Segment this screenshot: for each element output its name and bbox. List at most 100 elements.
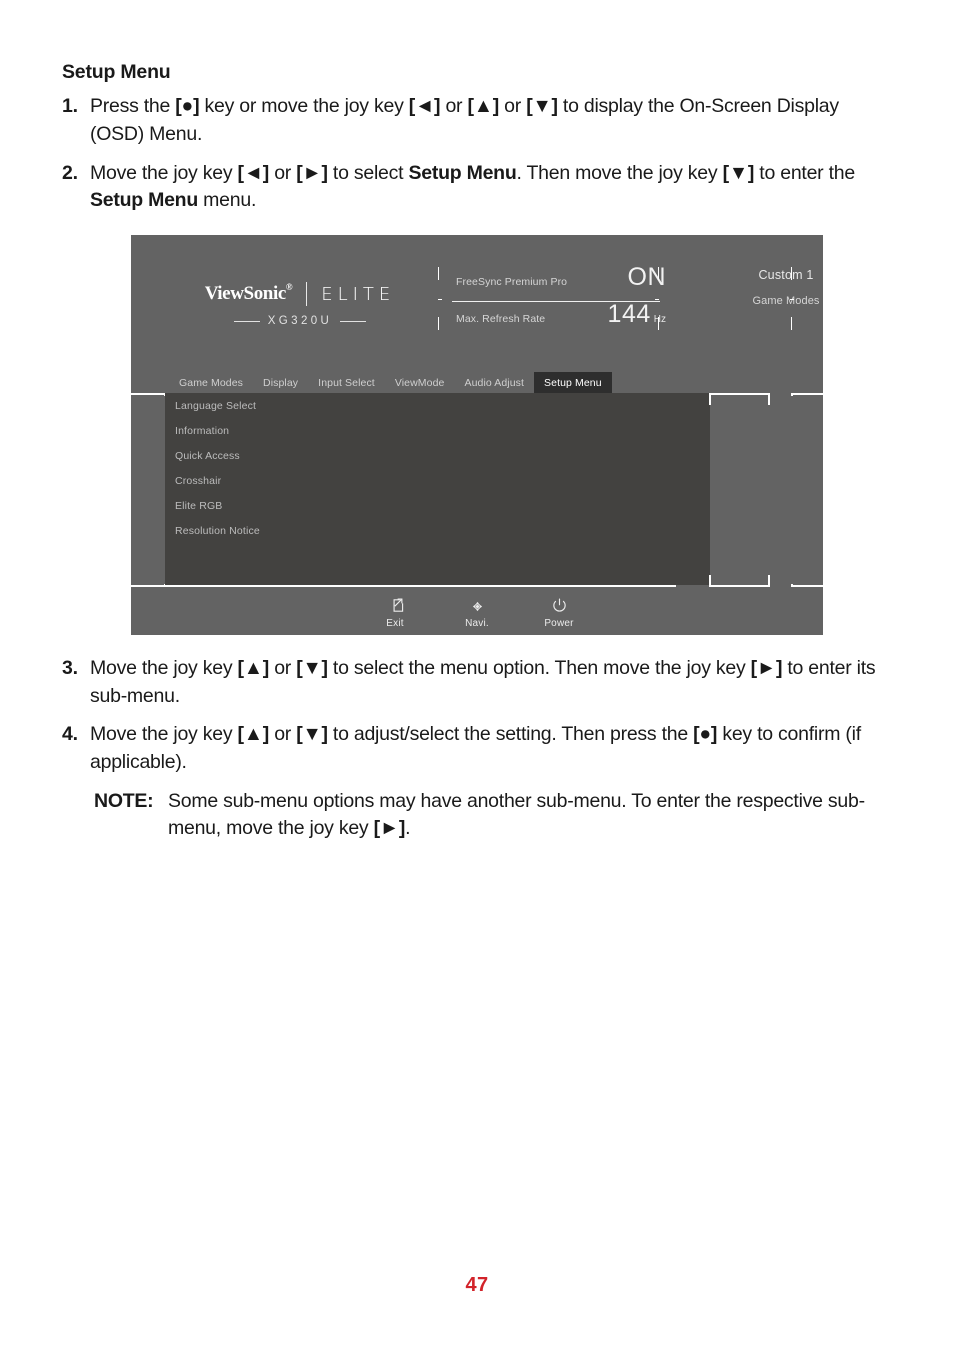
status-row-freesync: FreeSync Premium Pro ON — [438, 265, 666, 301]
status-block: FreeSync Premium Pro ON Max. Refresh Rat… — [438, 265, 666, 338]
osd-exit-button[interactable]: Exit — [367, 597, 423, 629]
text-run: Press the — [90, 95, 176, 118]
key-token: [●] — [175, 95, 200, 118]
registered-mark-icon: ® — [285, 281, 293, 292]
game-mode-value: Custom 1 — [758, 268, 814, 282]
key-token: [▲] — [237, 723, 270, 746]
submenu-item-information[interactable]: Information — [165, 418, 710, 443]
panel-top-rule-right — [710, 393, 770, 395]
key-token: [◄] — [237, 161, 270, 184]
model-label: XG320U — [267, 315, 333, 327]
step-text: Press the [●] key or move the joy key [◄… — [90, 93, 892, 148]
step-text: Move the joy key [▲] or [▼] to adjust/se… — [90, 721, 892, 776]
submenu-item-crosshair[interactable]: Crosshair — [165, 468, 710, 493]
tick-mark — [658, 267, 659, 280]
tick-mark — [658, 317, 659, 330]
osd-footer-bar[interactable]: Exit Navi. Power — [131, 591, 823, 635]
button-label: Power — [544, 618, 574, 629]
freesync-label: FreeSync Premium Pro — [456, 276, 568, 288]
osd-navi-button[interactable]: Navi. — [449, 597, 505, 629]
bracket-corner — [768, 575, 770, 587]
refresh-rate-value: 144 — [607, 300, 651, 328]
key-token: [►] — [296, 161, 328, 184]
panel-bottom-rule — [131, 585, 676, 587]
text-run: or — [499, 95, 527, 118]
instructions-top: Setup Menu 1. Press the [●] key or move t… — [62, 60, 892, 226]
osd-power-button[interactable]: Power — [531, 597, 587, 629]
osd-tab-game-modes[interactable]: Game Modes — [169, 372, 253, 393]
text-run: . — [405, 817, 411, 840]
step-number: 4. — [62, 723, 78, 746]
key-token: [▼] — [722, 161, 755, 184]
instructions-bottom: 3. Move the joy key [▲] or [▼] to select … — [62, 655, 892, 843]
bracket-corner — [768, 393, 770, 405]
step-item: 4. Move the joy key [▲] or [▼] to adjust/… — [62, 721, 892, 776]
key-token: [▼] — [296, 723, 328, 746]
panel-top-rule-far-right — [791, 393, 823, 395]
step-text: Move the joy key [▲] or [▼] to select th… — [90, 655, 892, 710]
model-name: XG320U — [165, 315, 435, 327]
text-run: or — [269, 161, 297, 184]
key-token: Setup Menu — [90, 189, 198, 212]
text-run: menu. — [198, 189, 257, 212]
elite-logo: ELITE — [321, 283, 396, 305]
note-text: Some sub-menu options may have another s… — [168, 788, 892, 843]
page-number: 47 — [465, 1274, 489, 1296]
step-text: Move the joy key [◄] or [►] to select Se… — [90, 160, 892, 215]
key-token: [▲] — [237, 657, 270, 679]
osd-screenshot: ViewSonic® ELITE XG320U FreeSync Premium… — [131, 235, 823, 635]
osd-tab-setup-menu[interactable]: Setup Menu — [534, 372, 612, 393]
osd-tab-input-select[interactable]: Input Select — [308, 372, 385, 393]
osd-tab-bar[interactable]: Game Modes Display Input Select ViewMode Aud… — [131, 372, 823, 393]
key-token: [▲] — [467, 95, 500, 118]
text-run: or — [440, 95, 468, 118]
submenu-item-elite-rgb[interactable]: Elite RGB — [165, 493, 710, 518]
status-row-refresh: Max. Refresh Rate 144 Hz — [438, 302, 666, 338]
key-token: [▼] — [526, 95, 558, 118]
viewsonic-logo: ViewSonic® — [204, 281, 293, 304]
document-page: Setup Menu 1. Press the [●] key or move t… — [0, 0, 954, 1350]
step-number: 1. — [62, 95, 78, 118]
brand-block: ViewSonic® ELITE XG320U — [165, 282, 435, 327]
panel-bottom-rule-right — [710, 585, 770, 587]
submenu-item-language-select[interactable]: Language Select — [165, 393, 710, 418]
tick-mark — [791, 267, 792, 280]
bracket-corner — [164, 584, 165, 587]
freesync-value: ON — [627, 263, 666, 291]
key-token: Setup Menu — [408, 161, 517, 184]
panel-bottom-rule-far-right — [791, 585, 823, 587]
tick-mark — [790, 299, 794, 300]
osd-tab-viewmode[interactable]: ViewMode — [385, 372, 455, 393]
bracket-corner — [709, 575, 711, 587]
text-run: to select the menu option. Then move the… — [327, 657, 751, 679]
tick-mark — [438, 267, 439, 280]
note-block: NOTE: Some sub-menu options may have ano… — [94, 788, 892, 843]
exit-icon — [367, 597, 423, 617]
step-list-bottom: 3. Move the joy key [▲] or [▼] to select … — [62, 655, 892, 777]
refresh-rate-label: Max. Refresh Rate — [456, 313, 546, 325]
text-run: or — [269, 723, 297, 746]
page-title: Setup Menu — [62, 61, 171, 83]
submenu-item-resolution-notice[interactable]: Resolution Notice — [165, 518, 710, 543]
osd-submenu-panel[interactable]: Language Select Information Quick Access Cr… — [165, 393, 710, 585]
text-run: key or move the joy key — [199, 95, 409, 118]
osd-tab-display[interactable]: Display — [253, 372, 308, 393]
step-number: 3. — [62, 657, 78, 679]
step-item: 3. Move the joy key [▲] or [▼] to select … — [62, 655, 892, 710]
text-run: Move the joy key — [90, 161, 238, 184]
power-icon — [531, 597, 587, 617]
note-label: NOTE: — [94, 789, 154, 812]
button-label: Navi. — [465, 618, 489, 629]
tick-mark — [655, 299, 659, 300]
refresh-rate-unit: Hz — [653, 314, 666, 325]
dash-left-icon — [233, 320, 260, 322]
step-item: 1. Press the [●] key or move the joy key … — [62, 93, 892, 148]
osd-tab-audio-adjust[interactable]: Audio Adjust — [454, 372, 534, 393]
text-run: to adjust/select the setting. Then press… — [327, 723, 694, 746]
button-label: Exit — [386, 618, 404, 629]
text-run: to select — [327, 161, 409, 184]
text-run: Some sub-menu options may have another s… — [168, 789, 865, 840]
key-token: [●] — [693, 723, 718, 746]
bracket-corner — [709, 393, 711, 405]
submenu-item-quick-access[interactable]: Quick Access — [165, 443, 710, 468]
